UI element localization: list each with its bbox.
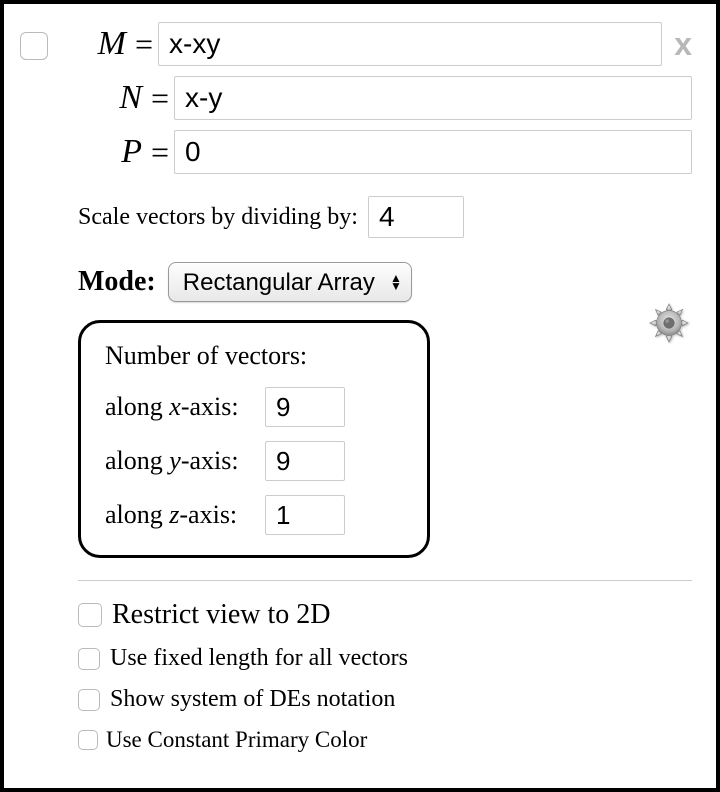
y-axis-label: along y-axis: xyxy=(105,446,265,476)
m-input[interactable] xyxy=(158,22,662,66)
z-axis-var: z xyxy=(169,500,179,529)
equals-sign: = xyxy=(130,26,158,63)
mode-label: Mode: xyxy=(78,266,156,298)
constant-color-checkbox[interactable] xyxy=(78,730,98,750)
options-section: Restrict view to 2D Use fixed length for… xyxy=(78,599,692,753)
z-axis-label: along z-axis: xyxy=(105,500,265,530)
y-axis-post: -axis: xyxy=(181,446,239,475)
x-axis-var: x xyxy=(169,392,181,421)
close-icon[interactable]: x xyxy=(674,28,692,60)
x-axis-input[interactable] xyxy=(265,387,345,427)
n-input[interactable] xyxy=(174,76,692,120)
y-axis-var: y xyxy=(169,446,181,475)
z-axis-row: along z-axis: xyxy=(105,495,403,535)
fixed-length-label: Use fixed length for all vectors xyxy=(110,645,408,672)
z-axis-post: -axis: xyxy=(179,500,237,529)
divider xyxy=(78,580,692,581)
show-de-label: Show system of DEs notation xyxy=(110,686,395,713)
show-de-row: Show system of DEs notation xyxy=(78,686,692,713)
x-axis-pre: along xyxy=(105,392,169,421)
scale-label: Scale vectors by dividing by: xyxy=(78,204,358,231)
scale-input[interactable] xyxy=(368,196,464,238)
p-row: P = xyxy=(78,130,692,174)
m-label: M xyxy=(62,25,126,63)
fixed-length-checkbox[interactable] xyxy=(78,648,100,670)
scale-row: Scale vectors by dividing by: xyxy=(78,196,692,238)
n-label: N xyxy=(78,79,142,117)
mode-select-wrap: Rectangular Array ▲▼ xyxy=(168,262,412,302)
p-label: P xyxy=(78,133,142,171)
n-row: N = xyxy=(78,76,692,120)
panel: M = x N = P = Scale vectors by dividing … xyxy=(0,0,720,792)
settings-button[interactable] xyxy=(646,300,692,351)
m-row: M = x xyxy=(20,22,692,66)
z-axis-input[interactable] xyxy=(265,495,345,535)
constant-color-label: Use Constant Primary Color xyxy=(106,727,367,753)
equals-sign: = xyxy=(146,134,174,171)
y-axis-input[interactable] xyxy=(265,441,345,481)
x-axis-label: along x-axis: xyxy=(105,392,265,422)
x-axis-post: -axis: xyxy=(181,392,239,421)
fixed-length-row: Use fixed length for all vectors xyxy=(78,645,692,672)
enable-checkbox[interactable] xyxy=(20,32,48,60)
equals-sign: = xyxy=(146,80,174,117)
constant-color-row: Use Constant Primary Color xyxy=(78,727,692,753)
mode-select[interactable]: Rectangular Array xyxy=(168,262,412,302)
mode-row: Mode: Rectangular Array ▲▼ xyxy=(78,262,692,302)
show-de-checkbox[interactable] xyxy=(78,689,100,711)
p-input[interactable] xyxy=(174,130,692,174)
z-axis-pre: along xyxy=(105,500,169,529)
restrict-2d-label: Restrict view to 2D xyxy=(112,599,331,631)
vector-count-box: Number of vectors: along x-axis: along y… xyxy=(78,320,430,558)
x-axis-row: along x-axis: xyxy=(105,387,403,427)
vector-count-title: Number of vectors: xyxy=(105,341,403,371)
restrict-2d-checkbox[interactable] xyxy=(78,603,102,627)
gear-icon xyxy=(646,300,692,346)
y-axis-pre: along xyxy=(105,446,169,475)
y-axis-row: along y-axis: xyxy=(105,441,403,481)
restrict-2d-row: Restrict view to 2D xyxy=(78,599,692,631)
